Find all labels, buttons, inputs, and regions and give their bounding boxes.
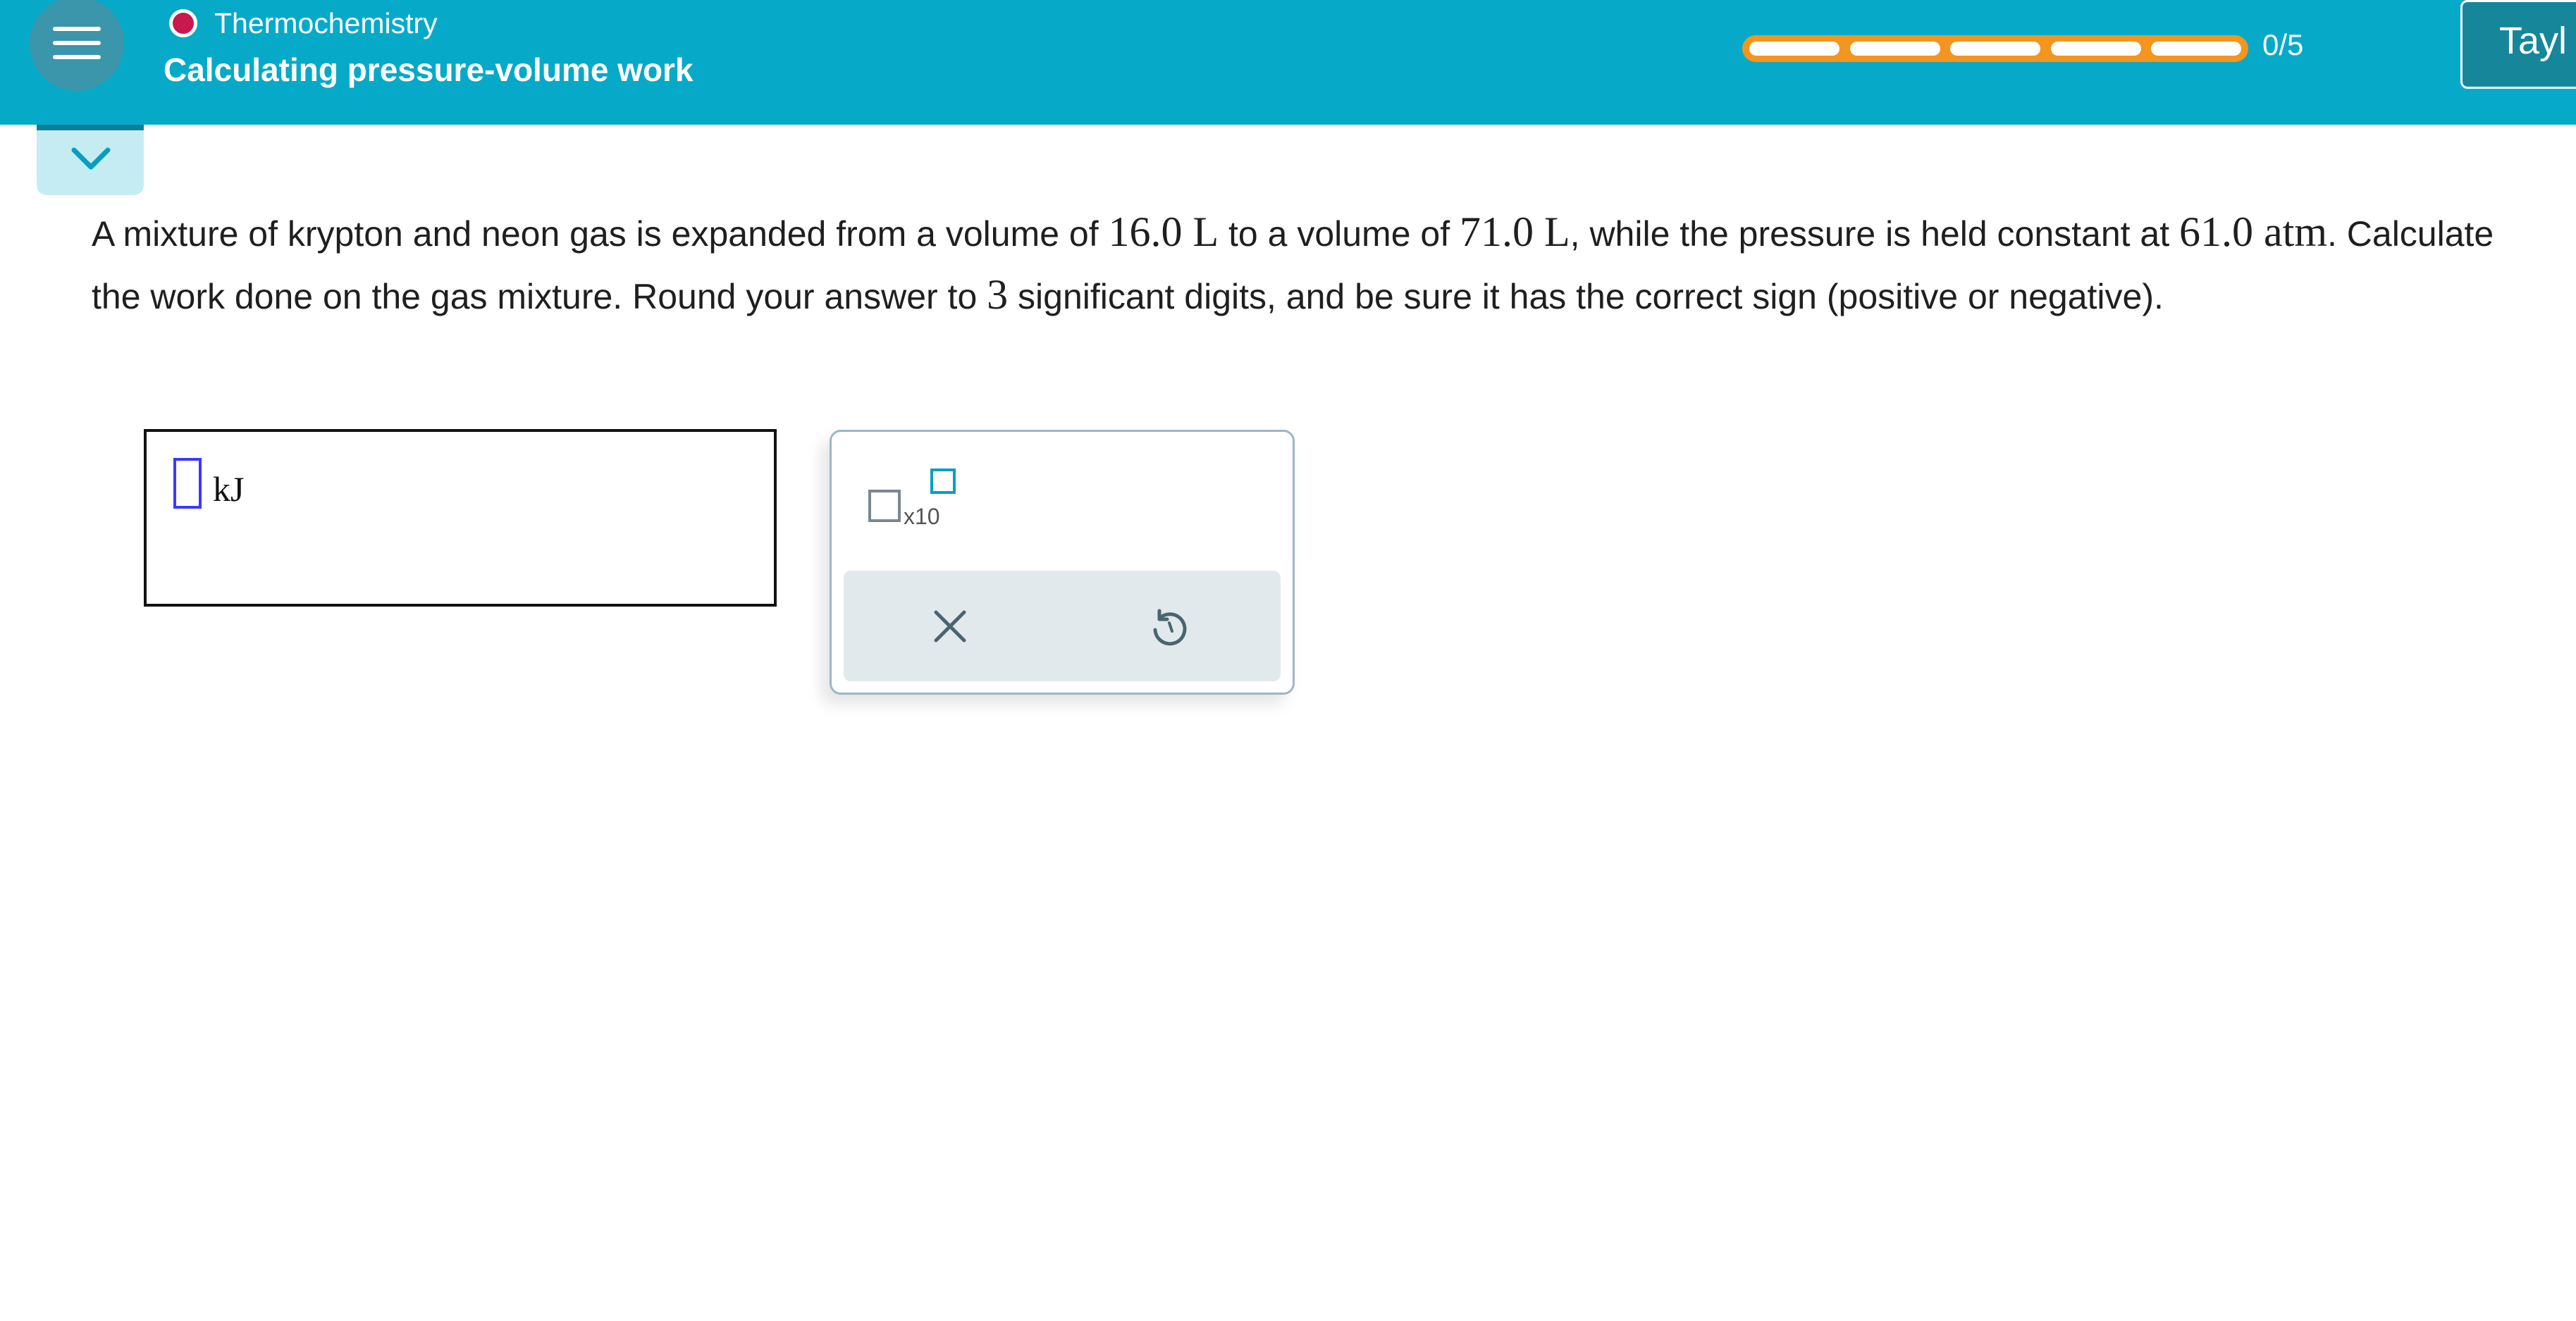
undo-button[interactable]: [1144, 602, 1193, 651]
clear-button[interactable]: [925, 602, 975, 651]
final-volume: 71.0 L: [1460, 209, 1570, 255]
action-tray: [844, 571, 1281, 681]
top-bar: Thermochemistry Calculating pressure-vol…: [0, 0, 2576, 125]
question-text-part: , while the pressure is held constant at: [1570, 214, 2180, 254]
exponent-box-icon: [930, 469, 956, 494]
progress-segment: [2151, 42, 2241, 56]
progress-segment: [1749, 42, 1839, 56]
progress-segment: [2050, 42, 2141, 56]
pressure-value: 61.0 atm: [2179, 209, 2327, 255]
progress-segment: [1950, 42, 2040, 56]
question-text-part: A mixture of krypton and neon gas is exp…: [92, 214, 1109, 254]
topic-row: Thermochemistry: [169, 6, 438, 41]
scientific-notation-button[interactable]: x10: [868, 469, 967, 532]
progress-count: 0/5: [2262, 28, 2304, 61]
x10-label: x10: [904, 504, 940, 529]
answer-box: kJ: [144, 429, 777, 607]
progress-bar: [1742, 35, 2248, 62]
initial-volume: 16.0 L: [1108, 209, 1219, 255]
unit-label: kJ: [213, 469, 245, 509]
undo-icon: [1153, 609, 1187, 646]
question-text-part: to a volume of: [1219, 214, 1460, 254]
hamburger-menu-icon[interactable]: [30, 0, 124, 91]
user-menu-button[interactable]: Tayl: [2460, 0, 2576, 89]
question-text: A mixture of krypton and neon gas is exp…: [92, 201, 2516, 327]
question-text-part: significant digits, and be sure it has t…: [1008, 277, 2164, 316]
progress-segment: [1849, 42, 1940, 56]
collapse-tab[interactable]: [37, 125, 144, 195]
chevron-down-icon: [71, 147, 111, 170]
sig-figs-value: 3: [987, 271, 1009, 318]
lesson-title: Calculating pressure-volume work: [164, 51, 694, 88]
topic-status-indicator: [169, 9, 197, 37]
mantissa-box-icon: [868, 490, 901, 522]
close-icon: [934, 610, 966, 643]
math-palette: x10: [830, 430, 1295, 695]
answer-input[interactable]: [173, 458, 202, 509]
topic-label: Thermochemistry: [214, 6, 438, 39]
